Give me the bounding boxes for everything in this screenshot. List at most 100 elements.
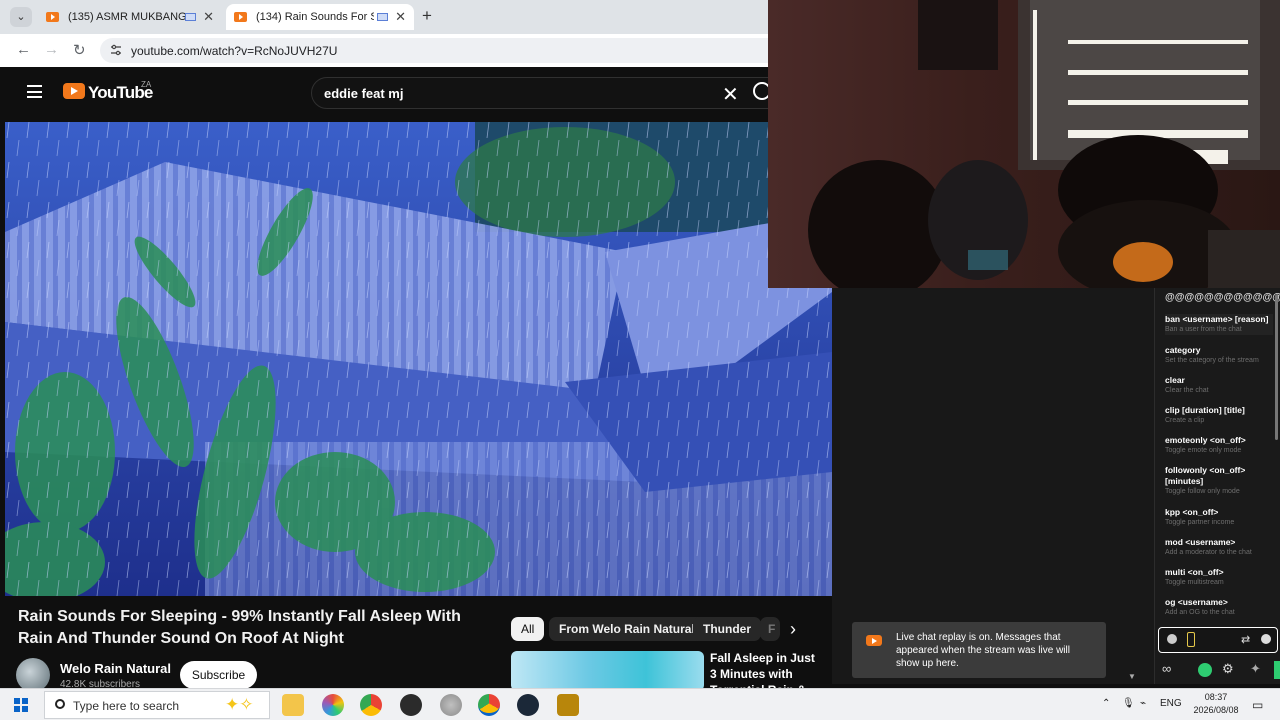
game-app-icon[interactable] (557, 694, 579, 716)
gear-icon[interactable]: ⚙ (1222, 661, 1234, 677)
youtube-favicon-icon (234, 12, 247, 22)
windows-taskbar: Type here to search ✦✧ ⌃ 🎙 ⌁ ENG 08:37 2… (0, 688, 1280, 720)
back-arrow-icon[interactable]: ← (16, 41, 31, 58)
youtube-play-icon (866, 635, 882, 646)
command-item[interactable]: followonly <on_off> [minutes] Toggle foll… (1165, 465, 1273, 497)
browser-tab-asmr[interactable]: (135) ASMR MUKBANG | M ✕ (38, 4, 222, 30)
command-item[interactable]: mod <username> Add a moderator to the cha… (1165, 537, 1273, 558)
address-input[interactable]: youtube.com/watch?v=RcNoJUVH27U (100, 38, 800, 63)
send-chat-button[interactable] (1274, 661, 1280, 679)
command-desc: Ban a user from the chat (1165, 326, 1242, 333)
site-settings-icon[interactable] (110, 44, 122, 56)
channel-name[interactable]: Welo Rain Natural (60, 661, 171, 676)
notice-text: Live chat replay is on. Messages that ap… (896, 632, 1070, 669)
recommended-thumbnail[interactable] (511, 651, 704, 691)
chip-partial[interactable]: F (760, 617, 780, 641)
taskbar-search-placeholder: Type here to search (73, 699, 180, 713)
command-item[interactable]: clip [duration] [title] Create a clip (1165, 405, 1273, 426)
obs-icon[interactable] (400, 694, 422, 716)
command-item[interactable]: og <username> Add an OG to the chat (1165, 597, 1273, 618)
taskbar-search[interactable]: Type here to search ✦✧ (44, 691, 270, 719)
browser-tab-rain-sounds[interactable]: (134) Rain Sounds For Sleep ✕ (226, 4, 414, 30)
chrome-icon[interactable] (360, 694, 382, 716)
commands-scrollbar[interactable] (1275, 295, 1278, 440)
translate-icon[interactable]: ⇄ (1241, 633, 1250, 646)
forward-arrow-icon[interactable]: → (44, 41, 59, 58)
photos-app-icon[interactable] (322, 694, 344, 716)
chrome-active-icon[interactable] (478, 694, 500, 716)
live-chat-replay-notice: Live chat replay is on. Messages that ap… (852, 622, 1106, 678)
command-desc: Create a clip (1165, 417, 1205, 424)
clock[interactable]: 08:37 2026/08/08 (1188, 691, 1244, 717)
command-desc: Toggle multistream (1165, 579, 1224, 586)
webcam-feed (768, 0, 1280, 288)
video-player[interactable] (5, 122, 832, 596)
network-icon[interactable]: ⌁ (1140, 698, 1146, 709)
youtube-logo-icon[interactable] (63, 83, 85, 99)
tray-overflow-icon[interactable]: ⌃ (1102, 698, 1110, 709)
command-name: clip [duration] [title] (1165, 405, 1245, 415)
video-title: Rain Sounds For Sleeping - 99% Instantly… (18, 608, 461, 647)
command-item[interactable]: emoteonly <on_off> Toggle emote only mode (1165, 435, 1273, 456)
language-indicator[interactable]: ENG (1160, 698, 1182, 709)
file-explorer-icon[interactable] (282, 694, 304, 716)
kick-icon[interactable] (1198, 663, 1212, 677)
chat-toolbar: ∞ ⚙ ✦ (1158, 658, 1280, 682)
reload-icon[interactable]: ↻ (73, 41, 86, 59)
region-code: ZA (141, 80, 152, 89)
new-tab-button[interactable]: + (422, 6, 432, 26)
emoji-icon[interactable] (1261, 634, 1271, 644)
search-highlights-icon: ✦✧ (225, 695, 254, 714)
commands-header: @@@@@@@@@@@@ (1165, 292, 1280, 303)
command-name: multi <on_off> (1165, 567, 1224, 577)
clock-time: 08:37 (1204, 692, 1228, 702)
clear-search-icon[interactable]: ✕ (722, 82, 739, 107)
tab-title: (135) ASMR MUKBANG | M (68, 11, 186, 23)
command-name: mod <username> (1165, 537, 1236, 547)
casting-icon (185, 13, 196, 21)
command-item[interactable]: category Set the category of the stream (1165, 345, 1273, 366)
chip-from-channel[interactable]: From Welo Rain Natural (549, 617, 705, 641)
command-name: category (1165, 345, 1201, 355)
command-name: ban <username> [reason] (1165, 314, 1269, 324)
close-tab-icon[interactable]: ✕ (203, 9, 214, 25)
microphone-icon[interactable]: 🎙 (1122, 698, 1135, 709)
command-item[interactable]: kpp <on_off> Toggle partner income (1165, 507, 1273, 528)
command-item[interactable]: clear Clear the chat (1165, 375, 1273, 396)
scroll-down-arrow-icon[interactable]: ▼ (1128, 672, 1136, 681)
search-box: ✕ (311, 77, 771, 109)
close-tab-icon[interactable]: ✕ (395, 9, 406, 25)
chevron-right-icon[interactable]: › (790, 619, 796, 640)
command-desc: Add a moderator to the chat (1165, 549, 1252, 556)
command-desc: Set the category of the stream (1165, 357, 1259, 364)
subscribe-button[interactable]: Subscribe (180, 661, 257, 689)
tab-title: (134) Rain Sounds For Sleep (256, 11, 374, 23)
command-desc: Toggle emote only mode (1165, 447, 1242, 454)
clock-date: 2026/08/08 (1193, 705, 1239, 715)
command-desc: Add an OG to the chat (1165, 609, 1235, 616)
search-input[interactable] (324, 84, 704, 102)
command-desc: Toggle follow only mode (1165, 488, 1240, 495)
settings-alt-icon[interactable]: ✦ (1250, 661, 1261, 677)
windows-start-icon[interactable] (14, 698, 28, 712)
link-icon[interactable]: ∞ (1162, 661, 1171, 676)
youtube-header: YouTube ZA ✕ (5, 70, 805, 116)
chat-message-input[interactable]: ⇄ (1158, 627, 1278, 653)
text-cursor-icon (1187, 632, 1195, 647)
channel-avatar[interactable] (16, 658, 50, 692)
command-name: kpp <on_off> (1165, 507, 1219, 517)
tab-search-menu-button[interactable]: ⌄ (10, 7, 32, 27)
emote-icon[interactable] (1167, 634, 1177, 644)
command-name: clear (1165, 375, 1185, 385)
steam-icon[interactable] (517, 694, 539, 716)
menu-hamburger-icon[interactable] (27, 85, 42, 98)
command-item[interactable]: multi <on_off> Toggle multistream (1165, 567, 1273, 588)
command-item[interactable]: ban <username> [reason] Ban a user from t… (1165, 314, 1273, 335)
snipping-tool-icon[interactable] (440, 694, 462, 716)
chip-thunder[interactable]: Thunder (693, 617, 761, 641)
youtube-favicon-icon (46, 12, 59, 22)
command-desc: Toggle partner income (1165, 519, 1235, 526)
chip-all[interactable]: All (511, 617, 545, 641)
notifications-icon[interactable]: ▭ (1252, 698, 1263, 712)
search-icon (55, 699, 65, 709)
